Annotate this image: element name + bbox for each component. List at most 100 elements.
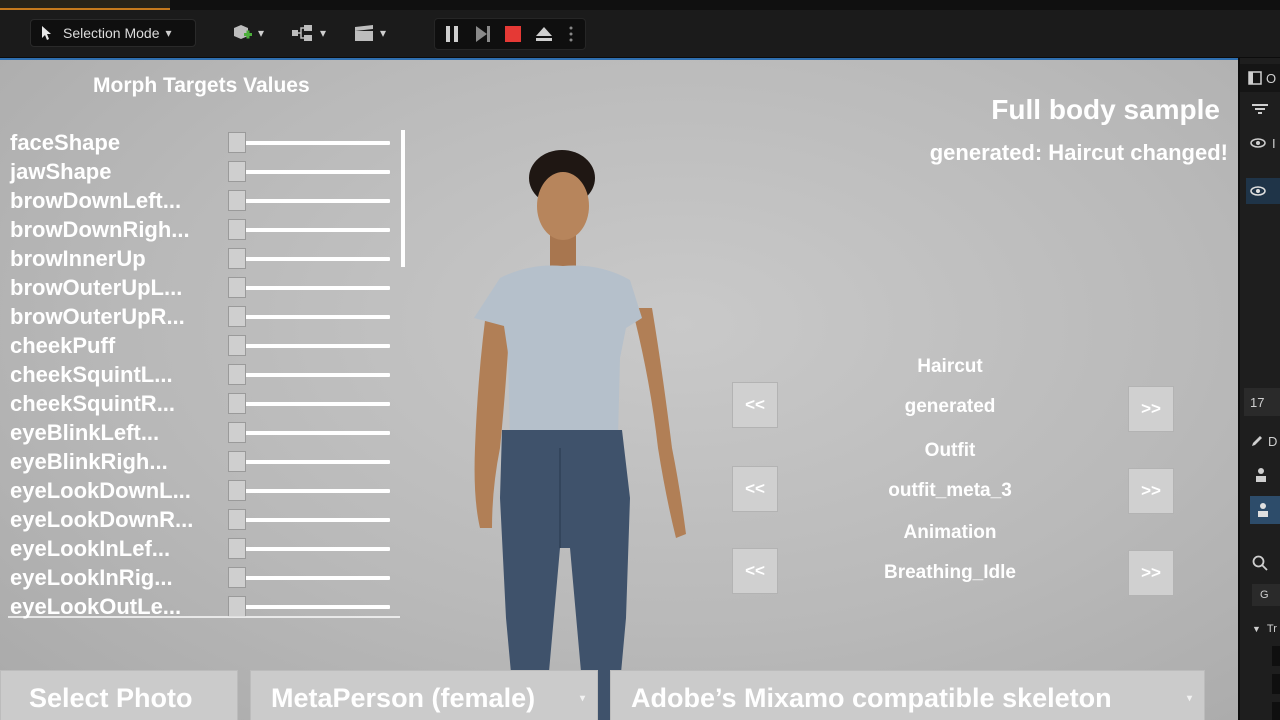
morph-label: eyeLookDownR... (10, 507, 194, 532)
morph-slider-thumb[interactable] (228, 248, 246, 269)
search-button[interactable] (1240, 552, 1280, 574)
morph-slider-track[interactable] (240, 373, 390, 377)
outfit-prev-button[interactable]: << (732, 466, 778, 512)
transform-section[interactable]: ▼ Tr (1240, 618, 1280, 640)
morph-slider-thumb[interactable] (228, 509, 246, 530)
morph-label: browInnerUp (10, 246, 146, 271)
chevron-down-icon: ▾ (1186, 693, 1192, 704)
morph-label: cheekPuff (10, 333, 116, 358)
person-type-dropdown[interactable]: MetaPerson (female) ▾ (250, 670, 598, 720)
morph-label: jawShape (10, 159, 112, 184)
morph-slider-track[interactable] (240, 315, 390, 319)
morph-slider-track[interactable] (240, 460, 390, 464)
morph-slider-thumb[interactable] (228, 364, 246, 385)
outliner-row-selected[interactable] (1246, 178, 1280, 204)
morph-slider-track[interactable] (240, 286, 390, 290)
morph-row: browInnerUp (0, 244, 400, 273)
general-tab-label: G (1260, 589, 1269, 601)
chevron-down-icon: ▼ (1252, 624, 1261, 634)
morph-slider-track[interactable] (240, 431, 390, 435)
morph-slider-thumb[interactable] (228, 161, 246, 182)
chevron-down-icon: ▾ (380, 26, 387, 40)
select-photo-button[interactable]: Select Photo (0, 670, 238, 720)
morph-slider-track[interactable] (240, 547, 390, 551)
blueprint-icon (292, 25, 312, 41)
morph-slider-track[interactable] (240, 141, 390, 145)
outliner-row[interactable]: I (1240, 132, 1280, 154)
morph-slider-track[interactable] (240, 518, 390, 522)
outfit-next-button[interactable]: >> (1128, 468, 1174, 514)
morph-row: faceShape (0, 128, 400, 157)
number-field[interactable]: 17 (1244, 388, 1280, 416)
morph-slider-thumb[interactable] (228, 538, 246, 559)
morph-slider-thumb[interactable] (228, 596, 246, 617)
pencil-icon (1252, 436, 1262, 446)
outliner-panel: O I 17 D G ▼ Tr (1238, 58, 1280, 720)
more-options-button[interactable] (559, 19, 583, 49)
morph-slider-track[interactable] (240, 489, 390, 493)
morph-slider-track[interactable] (240, 228, 390, 232)
number-value: 17 (1250, 394, 1265, 410)
morph-slider-thumb[interactable] (228, 451, 246, 472)
outliner-tab-label: O (1266, 70, 1277, 86)
avatar-character (474, 150, 686, 720)
morph-slider-track[interactable] (240, 199, 390, 203)
morph-slider-track[interactable] (240, 344, 390, 348)
component-row-selected[interactable] (1250, 496, 1280, 524)
morph-label: browOuterUpR... (10, 304, 185, 329)
morph-label: cheekSquintL... (10, 362, 173, 387)
morph-slider-track[interactable] (240, 605, 390, 609)
morph-label: eyeLookInLef... (10, 536, 171, 561)
outliner-tab[interactable]: O (1240, 64, 1280, 92)
animation-prev-button[interactable]: << (732, 548, 778, 594)
morph-slider-thumb[interactable] (228, 567, 246, 588)
morph-slider-thumb[interactable] (228, 480, 246, 501)
morph-list-divider (8, 616, 400, 618)
stop-button[interactable] (498, 19, 528, 49)
morph-row: eyeLookDownR... (0, 505, 400, 534)
sample-subtitle: generated: Haircut changed! (929, 140, 1228, 165)
haircut-next-button[interactable]: >> (1128, 386, 1174, 432)
transform-field[interactable] (1272, 646, 1280, 666)
morph-row: cheekSquintR... (0, 389, 400, 418)
skeleton-dropdown[interactable]: Adobe’s Mixamo compatible skeleton ▾ (610, 670, 1205, 720)
tab-strip (0, 0, 1280, 10)
morph-label: eyeLookDownL... (10, 478, 191, 503)
component-row[interactable] (1240, 464, 1280, 486)
pause-button[interactable] (437, 19, 467, 49)
transform-field[interactable] (1272, 674, 1280, 694)
morph-slider-thumb[interactable] (228, 422, 246, 443)
add-actor-button[interactable]: ▾ (230, 20, 264, 46)
morph-slider-thumb[interactable] (228, 277, 246, 298)
morph-slider-track[interactable] (240, 257, 390, 261)
step-forward-button[interactable] (467, 19, 497, 49)
morph-label: browOuterUpL... (10, 275, 183, 300)
morph-slider-thumb[interactable] (228, 132, 246, 153)
filter-button[interactable] (1240, 98, 1280, 120)
haircut-prev-button[interactable]: << (732, 382, 778, 428)
morph-label: eyeBlinkRigh... (10, 449, 168, 474)
details-tab[interactable]: D (1240, 430, 1280, 452)
morph-slider-track[interactable] (240, 402, 390, 406)
morph-slider-thumb[interactable] (228, 190, 246, 211)
morph-label: cheekSquintR... (10, 391, 176, 416)
cinematics-button[interactable]: ▾ (352, 20, 386, 46)
selection-mode-dropdown[interactable]: Selection Mode ▾ (30, 19, 196, 47)
morph-list-scrollbar[interactable] (401, 130, 405, 267)
active-tab[interactable] (0, 0, 170, 10)
morph-slider-thumb[interactable] (228, 335, 246, 356)
animation-next-button[interactable]: >> (1128, 550, 1174, 596)
morph-slider-thumb[interactable] (228, 306, 246, 327)
morph-slider-track[interactable] (240, 170, 390, 174)
eject-button[interactable] (529, 19, 559, 49)
morph-slider-thumb[interactable] (228, 393, 246, 414)
blueprint-button[interactable]: ▾ (290, 20, 326, 46)
eye-icon (1250, 186, 1266, 196)
morph-row: eyeBlinkRigh... (0, 447, 400, 476)
morph-slider-thumb[interactable] (228, 219, 246, 240)
transform-field[interactable] (1272, 702, 1280, 720)
general-tab[interactable]: G (1252, 584, 1280, 606)
game-viewport[interactable]: Morph Targets Values Full body sample ge… (0, 58, 1238, 720)
morph-targets-title: Morph Targets Values (93, 74, 310, 97)
morph-slider-track[interactable] (240, 576, 390, 580)
